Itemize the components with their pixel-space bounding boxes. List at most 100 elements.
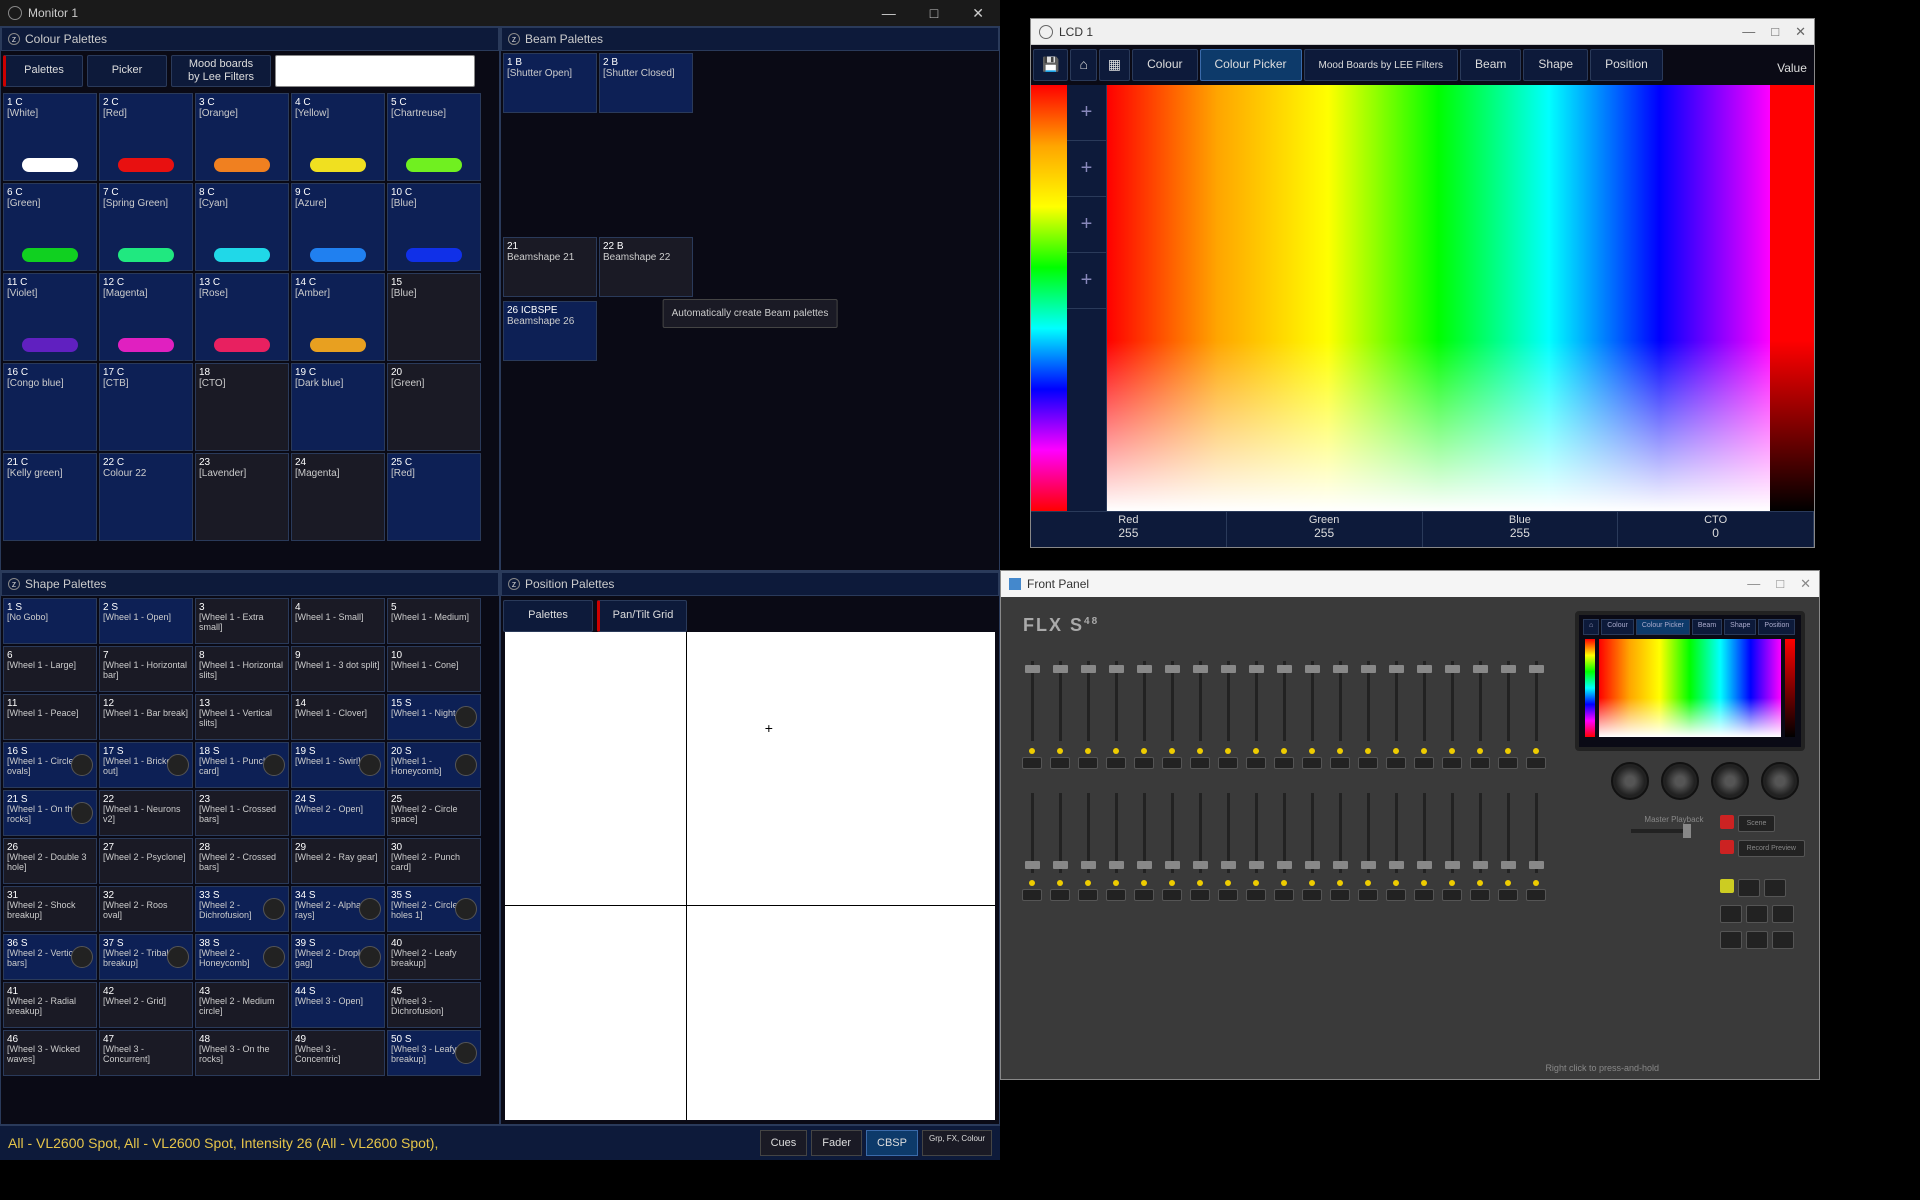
colour-palette-cell[interactable]: 11 C[Violet] <box>3 273 97 361</box>
encoder-wheel[interactable] <box>1761 762 1799 800</box>
shape-palette-cell[interactable]: 49[Wheel 3 - Concentric] <box>291 1030 385 1076</box>
master-fader[interactable] <box>1631 829 1691 833</box>
encoder-wheel[interactable] <box>1611 762 1649 800</box>
channel-fader[interactable] <box>1245 657 1267 769</box>
home-icon[interactable]: ⌂ <box>1070 49 1096 81</box>
channel-fader[interactable] <box>1217 657 1239 769</box>
channel-fader[interactable] <box>1077 789 1099 901</box>
shape-palette-cell[interactable]: 42[Wheel 2 - Grid] <box>99 982 193 1028</box>
shape-palette-cell[interactable]: 20 S[Wheel 1 - Honeycomb] <box>387 742 481 788</box>
channel-fader[interactable] <box>1357 657 1379 769</box>
small-button[interactable] <box>1764 879 1786 897</box>
hue-bar[interactable] <box>1031 85 1067 511</box>
mini-tab[interactable]: Colour Picker <box>1636 619 1690 635</box>
colour-palette-cell[interactable]: 7 C[Spring Green] <box>99 183 193 271</box>
colour-palette-cell[interactable]: 25 C[Red] <box>387 453 481 541</box>
channel-fader[interactable] <box>1469 789 1491 901</box>
shape-palette-cell[interactable]: 30[Wheel 2 - Punch card] <box>387 838 481 884</box>
minimize-button[interactable]: — <box>1747 576 1760 592</box>
beam-palette-cell[interactable]: 21Beamshape 21 <box>503 237 597 297</box>
shape-palette-cell[interactable]: 41[Wheel 2 - Radial breakup] <box>3 982 97 1028</box>
colour-palette-cell[interactable]: 4 C[Yellow] <box>291 93 385 181</box>
colour-swatch-white[interactable] <box>275 55 475 87</box>
tab-mood-boards[interactable]: Mood Boards by LEE Filters <box>1304 49 1459 81</box>
add-preset-button[interactable]: + <box>1067 253 1106 309</box>
shape-palette-cell[interactable]: 25[Wheel 2 - Circle space] <box>387 790 481 836</box>
auto-create-beam-button[interactable]: Automatically create Beam palettes <box>663 299 838 328</box>
pantilt-grid[interactable]: + <box>505 632 995 1120</box>
btn-fader[interactable]: Fader <box>811 1130 862 1156</box>
value-bar[interactable]: Value <box>1770 85 1814 511</box>
channel-fader[interactable] <box>1189 789 1211 901</box>
shape-palette-cell[interactable]: 6[Wheel 1 - Large] <box>3 646 97 692</box>
colour-palette-cell[interactable]: 1 C[White] <box>3 93 97 181</box>
colour-palette-cell[interactable]: 6 C[Green] <box>3 183 97 271</box>
shape-palette-cell[interactable]: 40[Wheel 2 - Leafy breakup] <box>387 934 481 980</box>
tab-position[interactable]: Position <box>1590 49 1663 81</box>
colour-palette-cell[interactable]: 13 C[Rose] <box>195 273 289 361</box>
channel-fader[interactable] <box>1413 657 1435 769</box>
channel-fader[interactable] <box>1161 789 1183 901</box>
channel-fader[interactable] <box>1441 657 1463 769</box>
tab-pantilt-grid[interactable]: Pan/Tilt Grid <box>597 600 687 632</box>
colour-palette-cell[interactable]: 15[Blue] <box>387 273 481 361</box>
shape-palette-cell[interactable]: 22[Wheel 1 - Neurons v2] <box>99 790 193 836</box>
shape-palette-cell[interactable]: 29[Wheel 2 - Ray gear] <box>291 838 385 884</box>
colour-palette-cell[interactable]: 20[Green] <box>387 363 481 451</box>
shape-palette-cell[interactable]: 28[Wheel 2 - Crossed bars] <box>195 838 289 884</box>
channel-fader[interactable] <box>1525 657 1547 769</box>
channel-fader[interactable] <box>1049 657 1071 769</box>
channel-fader[interactable] <box>1329 657 1351 769</box>
maximize-button[interactable]: □ <box>1776 576 1784 592</box>
channel-fader[interactable] <box>1217 789 1239 901</box>
small-button[interactable] <box>1738 879 1760 897</box>
shape-palette-cell[interactable]: 36 S[Wheel 2 - Vertical bars] <box>3 934 97 980</box>
tab-picker[interactable]: Picker <box>87 55 167 87</box>
btn-grpfx[interactable]: Grp, FX, Colour <box>922 1130 992 1156</box>
channel-fader[interactable] <box>1273 789 1295 901</box>
channel-fader[interactable] <box>1301 657 1323 769</box>
add-preset-button[interactable]: + <box>1067 197 1106 253</box>
shape-palette-cell[interactable]: 3[Wheel 1 - Extra small] <box>195 598 289 644</box>
minimize-button[interactable]: — <box>1742 24 1755 40</box>
shape-palette-cell[interactable]: 12[Wheel 1 - Bar break] <box>99 694 193 740</box>
tab-shape[interactable]: Shape <box>1523 49 1588 81</box>
channel-fader[interactable] <box>1441 789 1463 901</box>
colour-palette-cell[interactable]: 14 C[Amber] <box>291 273 385 361</box>
colour-palette-cell[interactable]: 18[CTO] <box>195 363 289 451</box>
colour-palette-cell[interactable]: 22 CColour 22 <box>99 453 193 541</box>
shape-palette-cell[interactable]: 16 S[Wheel 1 - Circle of ovals] <box>3 742 97 788</box>
channel-fader[interactable] <box>1273 657 1295 769</box>
shape-palette-cell[interactable]: 21 S[Wheel 1 - On the rocks] <box>3 790 97 836</box>
channel-fader[interactable] <box>1133 657 1155 769</box>
shape-palette-cell[interactable]: 48[Wheel 3 - On the rocks] <box>195 1030 289 1076</box>
channel-fader[interactable] <box>1161 657 1183 769</box>
shape-palette-cell[interactable]: 50 S[Wheel 3 - Leafy breakup] <box>387 1030 481 1076</box>
shape-palette-cell[interactable]: 33 S[Wheel 2 - Dichrofusion] <box>195 886 289 932</box>
channel-fader[interactable] <box>1021 657 1043 769</box>
small-button[interactable] <box>1772 905 1794 923</box>
colour-palette-cell[interactable]: 19 C[Dark blue] <box>291 363 385 451</box>
shape-palette-cell[interactable]: 35 S[Wheel 2 - Circle of holes 1] <box>387 886 481 932</box>
colour-palette-cell[interactable]: 10 C[Blue] <box>387 183 481 271</box>
btn-cues[interactable]: Cues <box>760 1130 808 1156</box>
shape-palette-cell[interactable]: 45[Wheel 3 - Dichrofusion] <box>387 982 481 1028</box>
shape-palette-cell[interactable]: 46[Wheel 3 - Wicked waves] <box>3 1030 97 1076</box>
channel-fader[interactable] <box>1413 789 1435 901</box>
colour-palette-cell[interactable]: 8 C[Cyan] <box>195 183 289 271</box>
shape-palette-cell[interactable]: 38 S[Wheel 2 - Honeycomb] <box>195 934 289 980</box>
colour-palette-cell[interactable]: 16 C[Congo blue] <box>3 363 97 451</box>
mini-tab[interactable]: ⌂ <box>1583 619 1599 635</box>
small-button[interactable] <box>1746 931 1768 949</box>
shape-palette-cell[interactable]: 9[Wheel 1 - 3 dot split] <box>291 646 385 692</box>
tab-colour-picker[interactable]: Colour Picker <box>1200 49 1302 81</box>
channel-fader[interactable] <box>1329 789 1351 901</box>
tab-moodboards[interactable]: Mood boards by Lee Filters <box>171 55 271 87</box>
shape-palette-cell[interactable]: 24 S[Wheel 2 - Open] <box>291 790 385 836</box>
minimize-button[interactable]: — <box>874 3 904 24</box>
shape-palette-cell[interactable]: 11[Wheel 1 - Peace] <box>3 694 97 740</box>
shape-palette-cell[interactable]: 26[Wheel 2 - Double 3 hole] <box>3 838 97 884</box>
channel-fader[interactable] <box>1133 789 1155 901</box>
channel-fader[interactable] <box>1245 789 1267 901</box>
add-preset-button[interactable]: + <box>1067 141 1106 197</box>
